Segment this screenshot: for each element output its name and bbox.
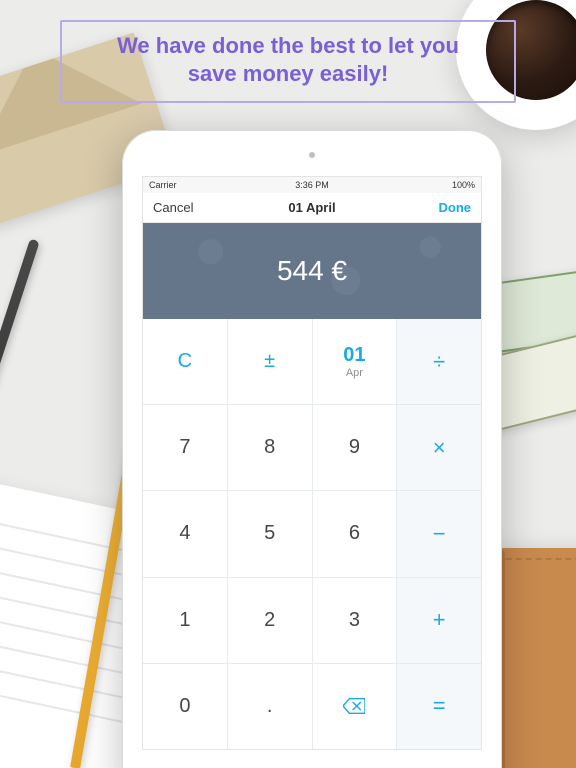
nav-bar: Cancel 01 April Done [143, 193, 481, 223]
key-plus-minus[interactable]: ± [228, 319, 312, 404]
tablet-frame: Carrier 3:36 PM 100% Cancel 01 April Don… [122, 130, 502, 768]
nav-title: 01 April [143, 200, 481, 215]
key-3[interactable]: 3 [313, 578, 397, 663]
key-2[interactable]: 2 [228, 578, 312, 663]
key-plus[interactable]: + [397, 578, 481, 663]
key-multiply[interactable]: × [397, 405, 481, 490]
status-bar: Carrier 3:36 PM 100% [143, 177, 481, 193]
backspace-icon [343, 698, 365, 714]
key-6[interactable]: 6 [313, 491, 397, 576]
key-divide[interactable]: ÷ [397, 319, 481, 404]
key-clear[interactable]: C [143, 319, 227, 404]
keypad: C ± 01 Apr ÷ 7 8 9 × 4 5 6 − 1 2 3 + 0 . [143, 319, 481, 749]
key-date-month: Apr [346, 367, 363, 379]
key-backspace[interactable] [313, 664, 397, 749]
key-7[interactable]: 7 [143, 405, 227, 490]
amount-value: 544 € [277, 255, 347, 287]
key-5[interactable]: 5 [228, 491, 312, 576]
status-battery: 100% [452, 180, 475, 190]
status-time: 3:36 PM [143, 180, 481, 190]
status-carrier: Carrier [149, 180, 177, 190]
amount-display: 544 € [143, 223, 481, 319]
key-9[interactable]: 9 [313, 405, 397, 490]
app-screen: Carrier 3:36 PM 100% Cancel 01 April Don… [142, 176, 482, 750]
key-date-day: 01 [343, 345, 365, 365]
key-equals[interactable]: = [397, 664, 481, 749]
key-date[interactable]: 01 Apr [313, 319, 397, 404]
key-4[interactable]: 4 [143, 491, 227, 576]
done-button[interactable]: Done [439, 200, 472, 215]
key-8[interactable]: 8 [228, 405, 312, 490]
key-1[interactable]: 1 [143, 578, 227, 663]
tablet-camera [309, 152, 315, 158]
key-dot[interactable]: . [228, 664, 312, 749]
promo-headline: We have done the best to let yousave mon… [76, 32, 500, 87]
key-0[interactable]: 0 [143, 664, 227, 749]
cancel-button[interactable]: Cancel [153, 200, 193, 215]
promo-headline-box: We have done the best to let yousave mon… [60, 20, 516, 103]
key-minus[interactable]: − [397, 491, 481, 576]
